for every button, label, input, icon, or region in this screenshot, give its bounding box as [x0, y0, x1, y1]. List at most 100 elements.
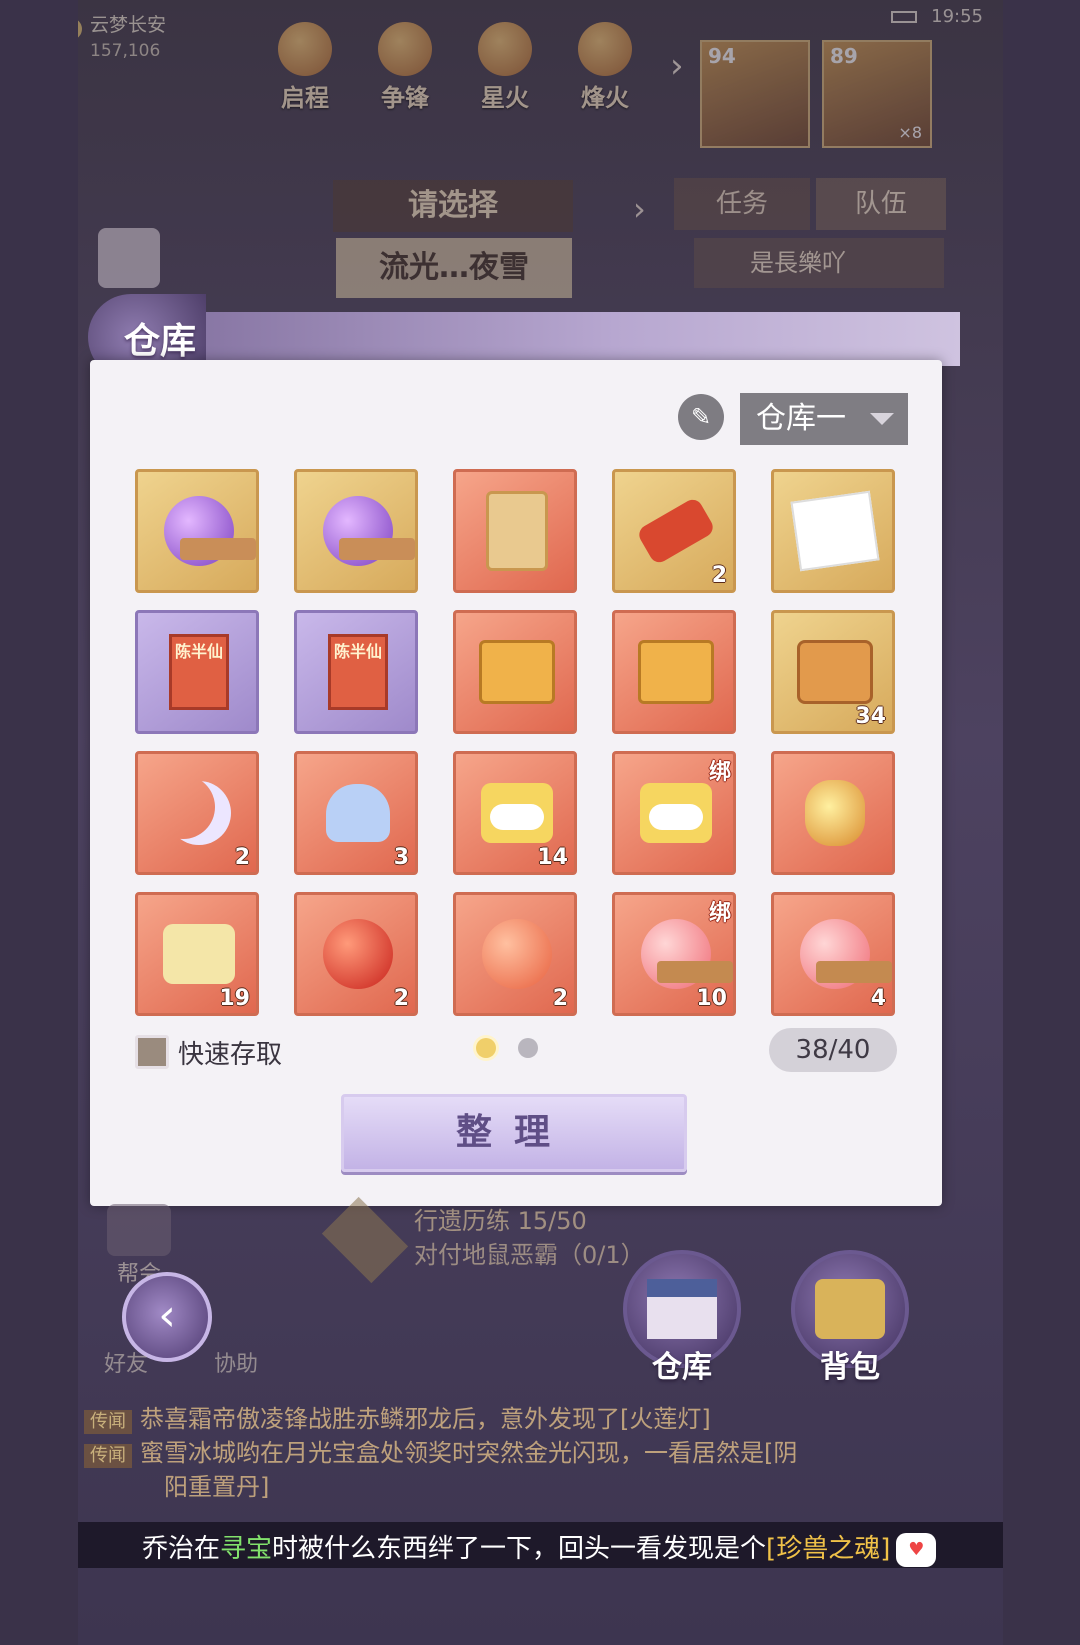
item-slot[interactable]: 10 绑 — [612, 892, 736, 1016]
activity-label: 烽火 — [581, 84, 629, 112]
backpack-button[interactable]: 背包 — [790, 1250, 910, 1386]
item-grid: 2 陈半仙 陈半仙 34 2 3 14 绑 19 2 2 10 绑 4 — [135, 469, 899, 1016]
paw-orb-icon — [633, 911, 733, 997]
player-level: 89 — [830, 44, 858, 68]
brush-icon[interactable]: ✎ — [678, 394, 724, 440]
purple-orb-icon — [315, 488, 415, 574]
item-slot[interactable]: 4 — [771, 892, 895, 1016]
chat-text: 蜜雪冰城哟在月光宝盒处领奖时突然金光闪现，一看居然是[阴 — [140, 1439, 798, 1467]
sort-button[interactable]: 整理 — [341, 1094, 687, 1172]
status-bar: 19:55 — [891, 6, 983, 27]
moon-pendant-icon — [156, 770, 242, 856]
item-slot[interactable]: 3 — [294, 751, 418, 875]
item-count: 4 — [870, 986, 886, 1011]
quick-access-checkbox[interactable] — [135, 1035, 169, 1069]
item-slot[interactable]: 2 — [453, 892, 577, 1016]
buff-count: ×8 — [898, 123, 922, 142]
activity-label: 启程 — [281, 84, 329, 112]
item-slot[interactable]: 14 — [453, 751, 577, 875]
house-icon — [647, 1279, 717, 1339]
item-count: 2 — [711, 563, 727, 588]
battery-icon — [891, 11, 918, 23]
pet-portrait[interactable]: 94 — [700, 40, 810, 148]
activity-label: 争锋 — [381, 84, 429, 112]
firecracker-icon — [633, 488, 719, 574]
item-slot[interactable]: 绑 — [612, 751, 736, 875]
assist-label[interactable]: 协助 — [214, 1346, 258, 1378]
book-text: 陈半仙 — [169, 634, 229, 710]
item-slot[interactable] — [453, 610, 577, 734]
chat-panel[interactable]: 传闻 恭喜霜帝傲凌锋战胜赤鳞邪龙后，意外发现了[火莲灯] 传闻 蜜雪冰城哟在月光宝盒… — [84, 1402, 944, 1504]
clock: 19:55 — [931, 6, 983, 27]
quest-tracker[interactable]: 行遗历练 15/50 对付地鼠恶霸（0/1） — [414, 1204, 645, 1272]
item-slot[interactable] — [135, 469, 259, 593]
gift-icon[interactable] — [98, 228, 160, 288]
activity-fenghuo[interactable]: 烽火 — [574, 22, 636, 113]
warehouse-select[interactable]: 仓库一 — [740, 393, 908, 445]
amber-gem-icon — [792, 770, 878, 856]
item-count: 19 — [219, 986, 250, 1011]
chat-line-continued: 阳重置丹] — [164, 1473, 270, 1501]
flame-icon — [478, 22, 532, 76]
caret-down-icon — [870, 413, 894, 425]
character-card-icon — [474, 488, 560, 574]
broadcast-item-link[interactable]: [珍兽之魂] — [766, 1534, 890, 1564]
bound-badge: 绑 — [708, 901, 731, 926]
beacon-icon — [578, 22, 632, 76]
friends-label[interactable]: 好友 — [104, 1346, 148, 1378]
item-slot[interactable] — [453, 469, 577, 593]
item-count: 2 — [393, 986, 409, 1011]
expand-arrow-icon[interactable]: › — [670, 46, 684, 86]
scroll-icon — [278, 22, 332, 76]
map-name: 云梦长安 — [90, 14, 167, 36]
gift-box-icon — [474, 629, 560, 715]
page-dot-2[interactable] — [518, 1038, 538, 1058]
player-portrait[interactable]: 89 ×8 — [822, 40, 932, 148]
capacity-badge: 38/40 — [769, 1028, 897, 1072]
item-count: 2 — [234, 845, 250, 870]
tab-team[interactable]: 队伍 — [816, 178, 946, 230]
chat-channel-tag: 传闻 — [84, 1444, 132, 1468]
item-slot[interactable]: 34 — [771, 610, 895, 734]
page-dot-1[interactable] — [476, 1038, 496, 1058]
item-slot[interactable]: 2 — [294, 892, 418, 1016]
jelly-charm-icon — [315, 770, 401, 856]
item-slot[interactable] — [771, 751, 895, 875]
select-header[interactable]: 请选择 — [333, 180, 573, 232]
gift-box-icon — [633, 629, 719, 715]
red-book-icon: 陈半仙 — [156, 629, 242, 715]
photo-icon — [790, 488, 880, 574]
item-slot[interactable]: 陈半仙 — [294, 610, 418, 734]
right-backdrop — [1003, 0, 1080, 1645]
flag-icon — [378, 22, 432, 76]
activity-qicheng[interactable]: 启程 — [274, 22, 336, 113]
item-slot[interactable] — [771, 469, 895, 593]
warehouse-button[interactable]: 仓库 — [622, 1250, 742, 1386]
chevron-right-icon[interactable]: › — [633, 190, 646, 228]
chat-line: 传闻 蜜雪冰城哟在月光宝盒处领奖时突然金光闪现，一看居然是[阴 — [84, 1436, 944, 1470]
activity-zhengfeng[interactable]: 争锋 — [374, 22, 436, 113]
item-slot[interactable]: 19 — [135, 892, 259, 1016]
item-slot[interactable]: 2 — [612, 469, 736, 593]
bunny-puzzle-icon — [156, 911, 242, 997]
item-count: 2 — [552, 986, 568, 1011]
red-book-icon: 陈半仙 — [315, 629, 401, 715]
cloud-puzzle-icon — [474, 770, 560, 856]
quest-subtitle: 对付地鼠恶霸（0/1） — [414, 1241, 645, 1269]
dialog-header-band — [96, 312, 960, 366]
chat-line: 传闻 恭喜霜帝傲凌锋战胜赤鳞邪龙后，意外发现了[火莲灯] — [84, 1402, 944, 1436]
team-member[interactable]: 是長樂吖 — [694, 238, 944, 288]
item-slot[interactable] — [294, 469, 418, 593]
item-slot[interactable]: 2 — [135, 751, 259, 875]
tab-task[interactable]: 任务 — [674, 178, 810, 230]
activity-label: 星火 — [481, 84, 529, 112]
item-slot[interactable]: 陈半仙 — [135, 610, 259, 734]
chat-channel-tag: 传闻 — [84, 1410, 132, 1434]
item-count: 14 — [537, 845, 568, 870]
paw-orb-icon — [792, 911, 892, 997]
bag-icon — [815, 1279, 885, 1339]
select-value[interactable]: 流光…夜雪 — [336, 238, 572, 298]
item-slot[interactable] — [612, 610, 736, 734]
activity-xinghuo[interactable]: 星火 — [474, 22, 536, 113]
minimap-info[interactable]: 云梦长安 157,106 — [78, 10, 210, 61]
